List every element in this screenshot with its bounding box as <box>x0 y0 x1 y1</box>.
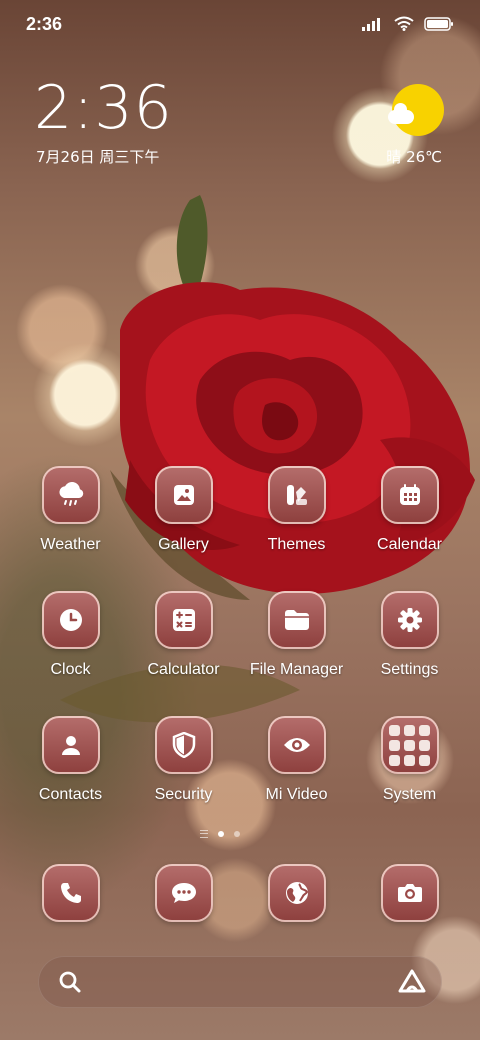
shield-icon <box>172 732 195 758</box>
app-themes[interactable]: Themes <box>240 466 353 554</box>
app-label: Calendar <box>377 536 442 553</box>
app-label: Contacts <box>38 786 103 803</box>
app-security[interactable]: Security <box>127 716 240 804</box>
status-time: 2:36 <box>26 14 63 34</box>
app-folder-system[interactable]: System <box>353 716 466 804</box>
app-label: Calculator <box>147 661 220 678</box>
weather-readout: 晴 26℃ <box>386 146 442 167</box>
page-dot-active <box>218 831 224 837</box>
app-label: File Manager <box>249 661 344 678</box>
camera-icon <box>397 884 422 902</box>
weather-condition: 晴 <box>386 148 402 166</box>
gallery-icon <box>173 485 194 505</box>
search-bar[interactable] <box>38 956 442 1008</box>
contacts-icon <box>61 736 80 755</box>
app-settings[interactable]: Settings <box>353 591 466 679</box>
signal-icon <box>362 17 380 31</box>
eye-icon <box>283 738 310 752</box>
folder-grid-icon <box>389 724 430 766</box>
app-weather[interactable]: Weather <box>14 466 127 554</box>
app-gallery[interactable]: Gallery <box>127 466 240 554</box>
app-label: Settings <box>380 661 439 678</box>
weather-icon <box>58 482 83 506</box>
calendar-icon <box>399 484 420 505</box>
assistant-icon[interactable] <box>398 969 426 995</box>
app-file-manager[interactable]: File Manager <box>240 591 353 679</box>
calculator-icon <box>172 609 195 631</box>
dock-messages[interactable] <box>127 864 240 922</box>
dock-browser[interactable] <box>240 864 353 922</box>
app-label: Themes <box>267 536 326 553</box>
dock-camera[interactable] <box>353 864 466 922</box>
folder-icon <box>284 610 309 630</box>
app-clock[interactable]: Clock <box>14 591 127 679</box>
page-dot <box>234 831 240 837</box>
clock-widget-date: 7月26日 周三下午 <box>36 148 160 166</box>
app-calendar[interactable]: Calendar <box>353 466 466 554</box>
app-label: Security <box>154 786 213 803</box>
clock-icon <box>59 609 82 631</box>
app-contacts[interactable]: Contacts <box>14 716 127 804</box>
weather-temperature: 26℃ <box>406 148 442 166</box>
dock-phone[interactable] <box>14 864 127 922</box>
themes-icon <box>286 485 307 505</box>
phone-icon <box>60 883 81 903</box>
message-icon <box>171 883 196 903</box>
browser-icon <box>285 882 308 904</box>
clock-widget-time[interactable]: 2:36 <box>34 78 173 138</box>
app-label: Gallery <box>158 536 209 553</box>
wifi-icon <box>394 16 414 31</box>
battery-icon <box>424 16 453 31</box>
page-list-indicator <box>200 830 208 838</box>
gear-icon <box>397 608 422 632</box>
app-label: Clock <box>50 661 91 678</box>
weather-widget[interactable]: 晴 26℃ <box>384 84 444 167</box>
app-label: System <box>382 786 437 803</box>
search-icon <box>59 971 81 993</box>
app-mi-video[interactable]: Mi Video <box>240 716 353 804</box>
status-bar: 2:36 <box>0 0 480 50</box>
app-label: Mi Video <box>265 786 328 803</box>
page-indicator[interactable] <box>200 830 240 838</box>
app-label: Weather <box>40 536 101 553</box>
cloud-icon <box>388 103 414 124</box>
app-calculator[interactable]: Calculator <box>127 591 240 679</box>
